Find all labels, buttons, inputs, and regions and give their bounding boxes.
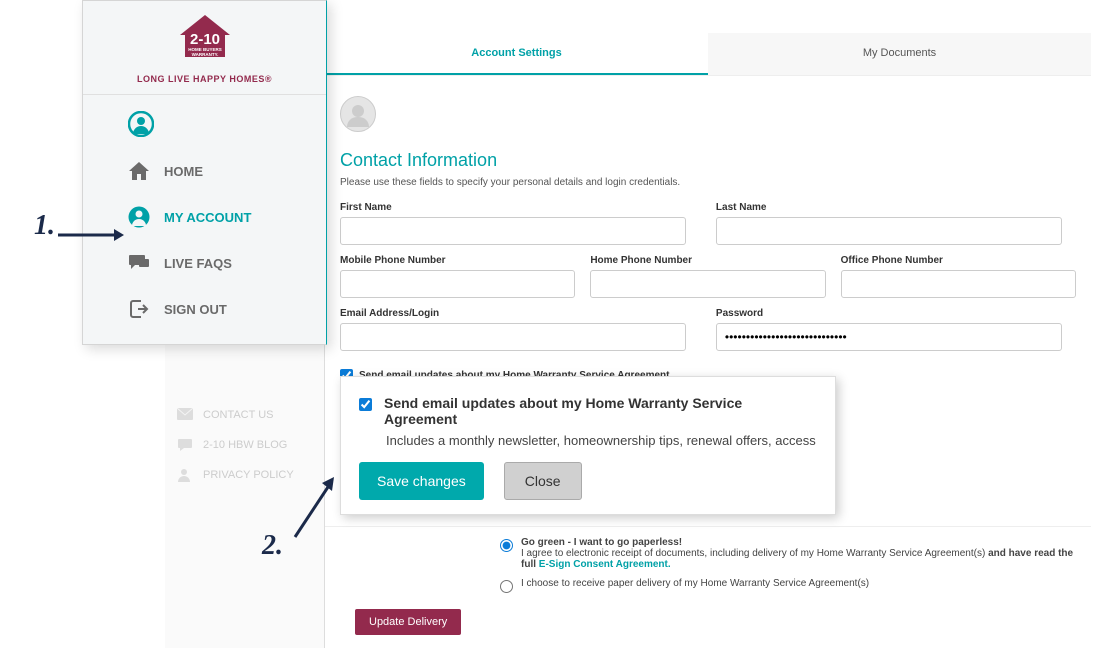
label-email: Email Address/Login (340, 308, 686, 319)
sidebar-card: 2-10 HOME BUYERS WARRANTY. LONG LIVE HAP… (82, 0, 327, 345)
paperless-text: Go green - I want to go paperless! I agr… (521, 537, 1076, 570)
paper-radio[interactable] (500, 580, 513, 593)
email-field[interactable] (340, 323, 686, 351)
annotation-arrow-1 (56, 225, 126, 245)
office-phone-field[interactable] (841, 270, 1076, 298)
envelope-icon (177, 408, 193, 422)
brand-logo: 2-10 HOME BUYERS WARRANTY. (175, 15, 235, 72)
bg-nav-blog[interactable]: 2-10 HBW BLOG (165, 430, 324, 460)
nav-sign-out-label: SIGN OUT (164, 302, 227, 317)
annotation-number-1: 1. (34, 210, 55, 242)
paper-text: I choose to receive paper delivery of my… (521, 578, 1076, 589)
last-name-field[interactable] (716, 217, 1062, 245)
nav-live-faqs[interactable]: LIVE FAQS (83, 240, 326, 286)
nav-my-account-label: MY ACCOUNT (164, 210, 251, 225)
brand-tagline: LONG LIVE HAPPY HOMES® (93, 74, 316, 84)
modal-checkbox[interactable] (359, 398, 372, 411)
bg-nav-label: 2-10 HBW BLOG (203, 439, 287, 451)
home-phone-field[interactable] (590, 270, 825, 298)
svg-text:2-10: 2-10 (189, 31, 219, 48)
first-name-field[interactable] (340, 217, 686, 245)
profile-icon-row (83, 95, 326, 148)
tab-my-documents[interactable]: My Documents (708, 33, 1091, 75)
chat-icon (128, 252, 150, 274)
label-first-name: First Name (340, 202, 686, 213)
label-password: Password (716, 308, 1062, 319)
esign-link[interactable]: E-Sign Consent Agreement. (539, 559, 671, 570)
bg-nav-label: CONTACT US (203, 409, 274, 421)
profile-icon[interactable] (128, 124, 154, 141)
label-mobile-phone: Mobile Phone Number (340, 255, 575, 266)
annotation-number-2: 2. (262, 530, 283, 562)
comment-icon (177, 438, 193, 452)
tab-account-settings[interactable]: Account Settings (325, 33, 708, 75)
nav-home[interactable]: HOME (83, 148, 326, 194)
logo-area: 2-10 HOME BUYERS WARRANTY. LONG LIVE HAP… (83, 1, 326, 95)
section-title: Contact Information (340, 150, 1091, 171)
tabs: Account Settings My Documents (325, 33, 1091, 76)
sign-out-icon (128, 298, 150, 320)
email-updates-modal: Send email updates about my Home Warrant… (340, 376, 836, 515)
account-icon (128, 206, 150, 228)
save-changes-button[interactable]: Save changes (359, 462, 484, 500)
section-description: Please use these fields to specify your … (340, 177, 1091, 188)
modal-subtitle: Includes a monthly newsletter, homeowner… (386, 433, 817, 448)
mobile-phone-field[interactable] (340, 270, 575, 298)
main-panel: Account Settings My Documents Contact In… (325, 33, 1091, 648)
label-last-name: Last Name (716, 202, 1062, 213)
bg-nav-contact-us[interactable]: CONTACT US (165, 400, 324, 430)
home-icon (128, 160, 150, 182)
update-delivery-button[interactable]: Update Delivery (355, 609, 461, 635)
paperless-radio[interactable] (500, 539, 513, 552)
annotation-arrow-2 (290, 475, 340, 545)
label-office-phone: Office Phone Number (841, 255, 1076, 266)
svg-text:WARRANTY.: WARRANTY. (191, 52, 218, 57)
nav-sign-out[interactable]: SIGN OUT (83, 286, 326, 332)
close-button[interactable]: Close (504, 462, 582, 500)
password-field[interactable] (716, 323, 1062, 351)
avatar[interactable] (340, 96, 376, 132)
nav-live-faqs-label: LIVE FAQS (164, 256, 232, 271)
modal-title: Send email updates about my Home Warrant… (384, 395, 817, 427)
bg-nav-label: PRIVACY POLICY (203, 469, 294, 481)
label-home-phone: Home Phone Number (590, 255, 825, 266)
person-icon (177, 468, 193, 482)
nav-home-label: HOME (164, 164, 203, 179)
delivery-section: Go green - I want to go paperless! I agr… (325, 526, 1091, 653)
